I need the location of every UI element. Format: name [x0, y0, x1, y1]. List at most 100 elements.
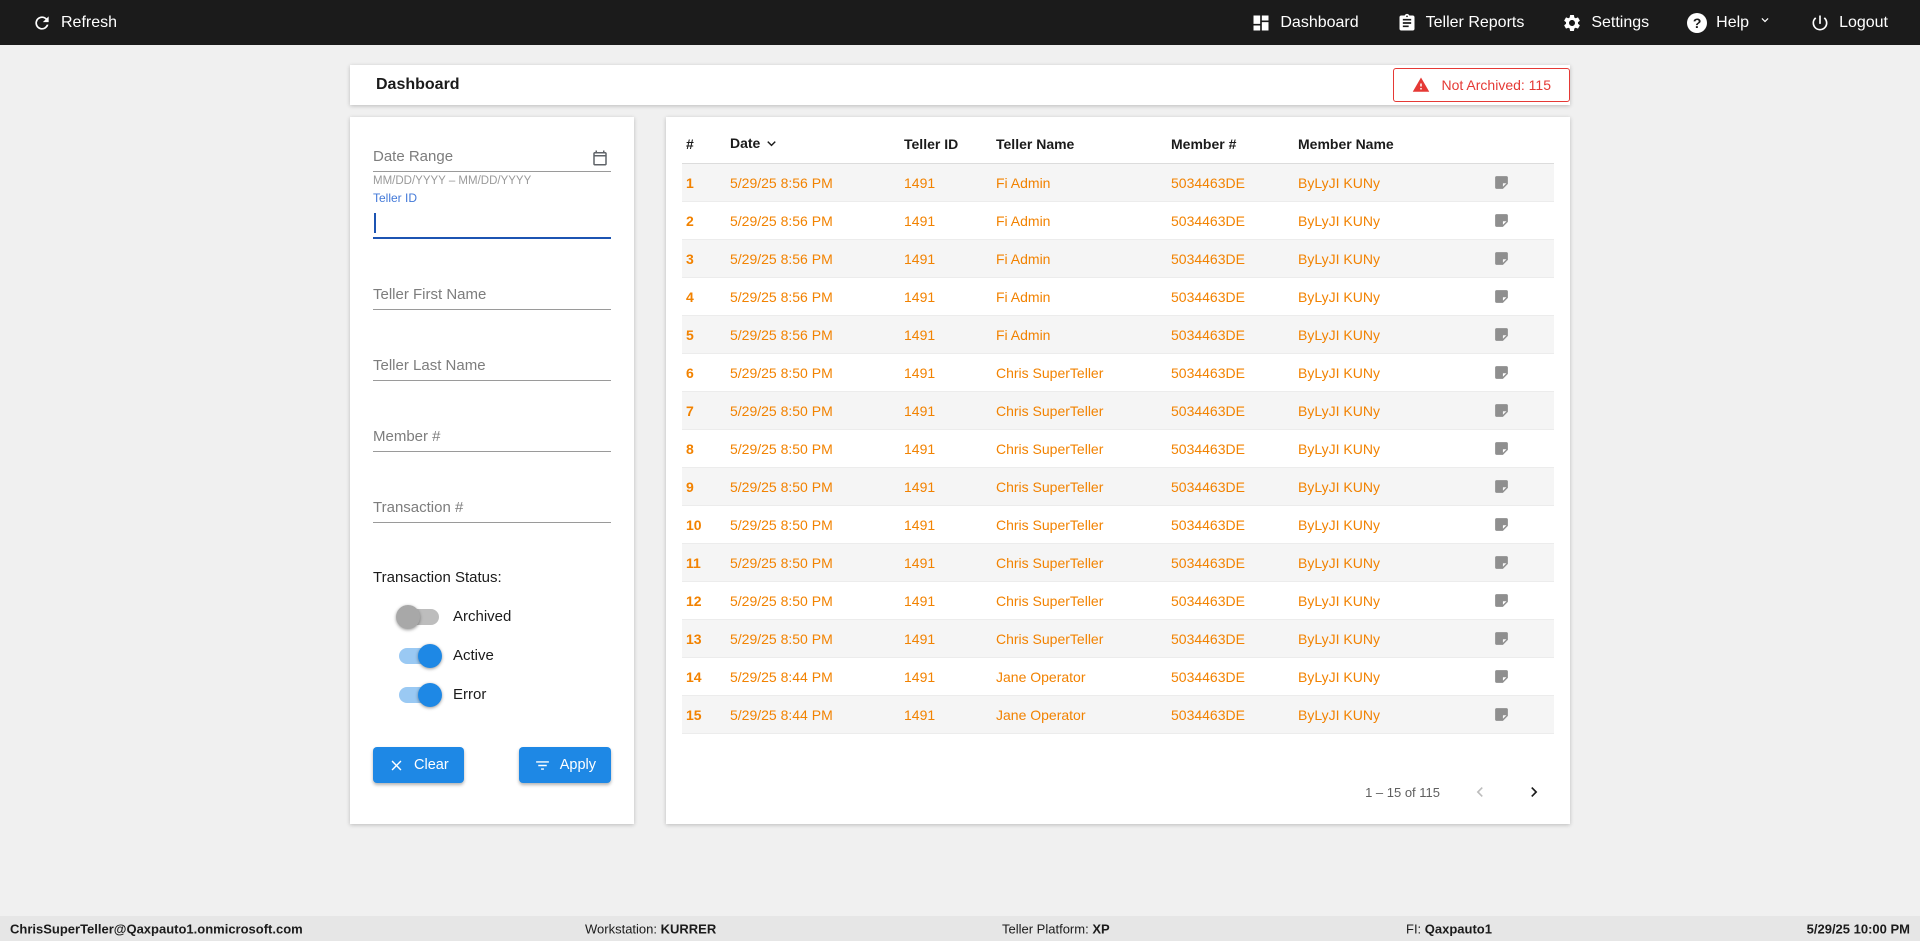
cell-date: 5/29/25 8:50 PM	[726, 353, 900, 392]
note-icon[interactable]	[1493, 630, 1510, 647]
cell-teller-id: 1491	[900, 543, 992, 582]
apply-button[interactable]: Apply	[518, 747, 611, 783]
cell-note[interactable]	[1489, 467, 1554, 506]
toggle-label: Archived	[453, 608, 512, 625]
column-header-member-name[interactable]: Member Name	[1294, 123, 1489, 164]
note-icon[interactable]	[1493, 668, 1510, 685]
prev-page-button[interactable]	[1466, 778, 1494, 806]
table-row[interactable]: 3 5/29/25 8:56 PM 1491 Fi Admin 5034463D…	[682, 239, 1554, 278]
note-icon[interactable]	[1493, 706, 1510, 723]
cell-note[interactable]	[1489, 277, 1554, 316]
error-switch[interactable]	[399, 682, 442, 707]
note-icon[interactable]	[1493, 554, 1510, 571]
cell-note[interactable]	[1489, 239, 1554, 278]
column-header-teller-name[interactable]: Teller Name	[992, 123, 1167, 164]
footer-workstation-label: Workstation:	[585, 921, 661, 936]
date-range-input[interactable]	[373, 141, 611, 172]
next-page-button[interactable]	[1520, 778, 1548, 806]
table-row[interactable]: 11 5/29/25 8:50 PM 1491 Chris SuperTelle…	[682, 543, 1554, 582]
table-body: 1 5/29/25 8:56 PM 1491 Fi Admin 5034463D…	[682, 163, 1554, 734]
column-header-teller-id[interactable]: Teller ID	[900, 123, 992, 164]
cell-note[interactable]	[1489, 581, 1554, 620]
nav-teller-reports[interactable]: Teller Reports	[1397, 13, 1525, 33]
note-icon[interactable]	[1493, 364, 1510, 381]
cell-note[interactable]	[1489, 391, 1554, 430]
cell-member-name: ByLyJI KUNy	[1294, 657, 1489, 696]
table-row[interactable]: 14 5/29/25 8:44 PM 1491 Jane Operator 50…	[682, 657, 1554, 696]
refresh-button[interactable]: Refresh	[32, 13, 117, 33]
cell-note[interactable]	[1489, 315, 1554, 354]
table-row[interactable]: 10 5/29/25 8:50 PM 1491 Chris SuperTelle…	[682, 505, 1554, 544]
table-row[interactable]: 4 5/29/25 8:56 PM 1491 Fi Admin 5034463D…	[682, 277, 1554, 316]
note-icon[interactable]	[1493, 250, 1510, 267]
nav-settings[interactable]: Settings	[1562, 13, 1649, 33]
teller-id-input[interactable]	[373, 205, 611, 235]
note-icon[interactable]	[1493, 402, 1510, 419]
cell-note[interactable]	[1489, 657, 1554, 696]
cell-note[interactable]	[1489, 505, 1554, 544]
nav-dashboard[interactable]: Dashboard	[1251, 13, 1359, 33]
table-row[interactable]: 5 5/29/25 8:56 PM 1491 Fi Admin 5034463D…	[682, 315, 1554, 354]
cell-note[interactable]	[1489, 201, 1554, 240]
cell-note[interactable]	[1489, 619, 1554, 658]
table-row[interactable]: 7 5/29/25 8:50 PM 1491 Chris SuperTeller…	[682, 391, 1554, 430]
note-icon[interactable]	[1493, 592, 1510, 609]
column-header-date[interactable]: Date	[726, 123, 900, 164]
cell-member-name: ByLyJI KUNy	[1294, 201, 1489, 240]
table-row[interactable]: 9 5/29/25 8:50 PM 1491 Chris SuperTeller…	[682, 467, 1554, 506]
teller-id-field	[373, 205, 611, 239]
date-format-hint: MM/DD/YYYY – MM/DD/YYYY	[373, 175, 532, 187]
transaction-number-input[interactable]	[373, 492, 611, 523]
column-header-member-num[interactable]: Member #	[1167, 123, 1294, 164]
cell-member-name: ByLyJI KUNy	[1294, 429, 1489, 468]
footer-statusbar: ChrisSuperTeller@Qaxpauto1.onmicrosoft.c…	[0, 916, 1920, 941]
member-number-field	[373, 421, 611, 452]
table-row[interactable]: 12 5/29/25 8:50 PM 1491 Chris SuperTelle…	[682, 581, 1554, 620]
table-row[interactable]: 15 5/29/25 8:44 PM 1491 Jane Operator 50…	[682, 695, 1554, 734]
cell-num: 12	[682, 581, 726, 620]
table-row[interactable]: 8 5/29/25 8:50 PM 1491 Chris SuperTeller…	[682, 429, 1554, 468]
footer-platform: Teller Platform: XP	[1002, 921, 1110, 936]
not-archived-badge[interactable]: Not Archived: 115	[1392, 68, 1570, 102]
teller-first-name-input[interactable]	[373, 279, 611, 310]
note-icon[interactable]	[1493, 440, 1510, 457]
toggle-active: Active	[399, 643, 611, 668]
cell-note[interactable]	[1489, 543, 1554, 582]
teller-first-name-field	[373, 279, 611, 310]
toggle-error: Error	[399, 682, 611, 707]
cell-note[interactable]	[1489, 353, 1554, 392]
note-icon[interactable]	[1493, 516, 1510, 533]
member-number-input[interactable]	[373, 421, 611, 452]
table-row[interactable]: 1 5/29/25 8:56 PM 1491 Fi Admin 5034463D…	[682, 163, 1554, 202]
cell-member-name: ByLyJI KUNy	[1294, 619, 1489, 658]
calendar-icon[interactable]	[591, 149, 609, 172]
clear-button[interactable]: Clear	[373, 747, 464, 783]
cell-member-num: 5034463DE	[1167, 391, 1294, 430]
nav-label: Teller Reports	[1425, 13, 1525, 31]
table-row[interactable]: 2 5/29/25 8:56 PM 1491 Fi Admin 5034463D…	[682, 201, 1554, 240]
cell-num: 2	[682, 201, 726, 240]
cell-member-name: ByLyJI KUNy	[1294, 239, 1489, 278]
note-icon[interactable]	[1493, 174, 1510, 191]
archived-switch[interactable]	[396, 604, 439, 629]
cell-note[interactable]	[1489, 429, 1554, 468]
toggle-label: Active	[453, 647, 494, 664]
table-row[interactable]: 13 5/29/25 8:50 PM 1491 Chris SuperTelle…	[682, 619, 1554, 658]
teller-last-name-field	[373, 350, 611, 381]
pagination-range: 1 – 15 of 115	[1365, 784, 1440, 800]
teller-last-name-input[interactable]	[373, 350, 611, 381]
cell-note[interactable]	[1489, 163, 1554, 202]
note-icon[interactable]	[1493, 326, 1510, 343]
active-switch[interactable]	[399, 643, 442, 668]
cell-note[interactable]	[1489, 695, 1554, 734]
cell-teller-id: 1491	[900, 353, 992, 392]
nav-help[interactable]: ? Help	[1687, 12, 1772, 33]
nav-label: Logout	[1839, 13, 1888, 31]
note-icon[interactable]	[1493, 288, 1510, 305]
cell-member-num: 5034463DE	[1167, 277, 1294, 316]
table-row[interactable]: 6 5/29/25 8:50 PM 1491 Chris SuperTeller…	[682, 353, 1554, 392]
note-icon[interactable]	[1493, 478, 1510, 495]
note-icon[interactable]	[1493, 212, 1510, 229]
apply-label: Apply	[559, 757, 596, 773]
nav-logout[interactable]: Logout	[1810, 13, 1888, 33]
